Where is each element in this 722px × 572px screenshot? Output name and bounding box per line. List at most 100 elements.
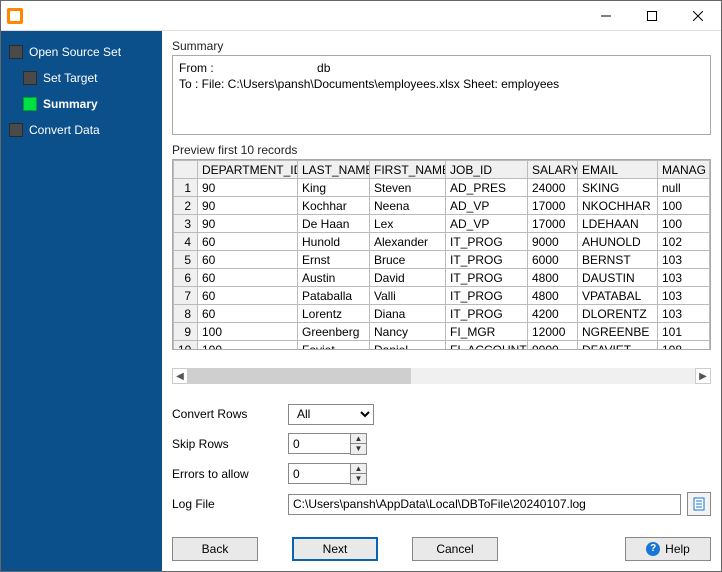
table-cell[interactable]: 100	[658, 197, 710, 215]
spin-down-icon[interactable]: ▼	[351, 474, 366, 484]
skip-rows-input[interactable]	[288, 433, 350, 454]
table-cell[interactable]: 17000	[528, 215, 578, 233]
table-cell[interactable]: Faviet	[298, 341, 370, 350]
table-cell[interactable]: David	[370, 269, 446, 287]
table-cell[interactable]: Lorentz	[298, 305, 370, 323]
table-cell[interactable]: AD_VP	[446, 197, 528, 215]
table-cell[interactable]: 60	[198, 251, 298, 269]
scroll-right-icon[interactable]: ▶	[695, 368, 711, 384]
table-row[interactable]: 9100GreenbergNancyFI_MGR12000NGREENBE101	[174, 323, 710, 341]
skip-rows-stepper[interactable]: ▲▼	[288, 433, 367, 455]
table-cell[interactable]: 102	[658, 233, 710, 251]
table-cell[interactable]: Daniel	[370, 341, 446, 350]
errors-stepper[interactable]: ▲▼	[288, 463, 367, 485]
table-cell[interactable]: NKOCHHAR	[578, 197, 658, 215]
sidebar-item-open-source[interactable]: Open Source Set	[1, 39, 162, 65]
column-header[interactable]: MANAG	[658, 161, 710, 179]
table-cell[interactable]: 60	[198, 233, 298, 251]
table-cell[interactable]: IT_PROG	[446, 305, 528, 323]
table-cell[interactable]: 100	[658, 215, 710, 233]
table-cell[interactable]: 60	[198, 269, 298, 287]
scroll-track[interactable]	[188, 368, 695, 384]
table-cell[interactable]: LDEHAAN	[578, 215, 658, 233]
table-cell[interactable]: 4800	[528, 287, 578, 305]
table-row[interactable]: 860LorentzDianaIT_PROG4200DLORENTZ103	[174, 305, 710, 323]
table-cell[interactable]: AD_PRES	[446, 179, 528, 197]
table-cell[interactable]: 103	[658, 269, 710, 287]
table-cell[interactable]: 4800	[528, 269, 578, 287]
table-cell[interactable]: IT_PROG	[446, 233, 528, 251]
column-header[interactable]: EMAIL	[578, 161, 658, 179]
table-cell[interactable]: BERNST	[578, 251, 658, 269]
table-cell[interactable]: Bruce	[370, 251, 446, 269]
table-cell[interactable]: AHUNOLD	[578, 233, 658, 251]
table-cell[interactable]: Steven	[370, 179, 446, 197]
browse-logfile-button[interactable]	[687, 492, 711, 516]
table-cell[interactable]: Greenberg	[298, 323, 370, 341]
table-row[interactable]: 10100FavietDanielFI_ACCOUNT9000DFAVIET10…	[174, 341, 710, 350]
table-cell[interactable]: 24000	[528, 179, 578, 197]
column-header[interactable]: JOB_ID	[446, 161, 528, 179]
next-button[interactable]: Next	[292, 537, 378, 561]
preview-table[interactable]: DEPARTMENT_ID LAST_NAME FIRST_NAME JOB_I…	[172, 159, 711, 350]
table-cell[interactable]: 90	[198, 179, 298, 197]
table-cell[interactable]: DLORENTZ	[578, 305, 658, 323]
table-cell[interactable]: 100	[198, 323, 298, 341]
errors-input[interactable]	[288, 463, 350, 484]
convert-rows-select[interactable]: All	[288, 404, 374, 425]
column-header[interactable]: DEPARTMENT_ID	[198, 161, 298, 179]
table-cell[interactable]: 12000	[528, 323, 578, 341]
table-cell[interactable]: Nancy	[370, 323, 446, 341]
table-row[interactable]: 560ErnstBruceIT_PROG6000BERNST103	[174, 251, 710, 269]
table-cell[interactable]: IT_PROG	[446, 251, 528, 269]
column-header[interactable]: FIRST_NAME	[370, 161, 446, 179]
table-cell[interactable]: 100	[198, 341, 298, 350]
spin-down-icon[interactable]: ▼	[351, 444, 366, 454]
table-cell[interactable]: 90	[198, 197, 298, 215]
table-cell[interactable]: Hunold	[298, 233, 370, 251]
table-cell[interactable]: 103	[658, 287, 710, 305]
table-row[interactable]: 190KingStevenAD_PRES24000SKINGnull	[174, 179, 710, 197]
spin-up-icon[interactable]: ▲	[351, 434, 366, 444]
table-cell[interactable]: NGREENBE	[578, 323, 658, 341]
spin-up-icon[interactable]: ▲	[351, 464, 366, 474]
table-cell[interactable]: 60	[198, 305, 298, 323]
table-row[interactable]: 760PataballaValliIT_PROG4800VPATABAL103	[174, 287, 710, 305]
table-cell[interactable]: 101	[658, 323, 710, 341]
table-cell[interactable]: 60	[198, 287, 298, 305]
help-button[interactable]: ? Help	[625, 537, 711, 561]
table-cell[interactable]: IT_PROG	[446, 287, 528, 305]
table-cell[interactable]: 90	[198, 215, 298, 233]
table-cell[interactable]: DFAVIET	[578, 341, 658, 350]
table-cell[interactable]: VPATABAL	[578, 287, 658, 305]
table-cell[interactable]: Kochhar	[298, 197, 370, 215]
table-cell[interactable]: IT_PROG	[446, 269, 528, 287]
scroll-left-icon[interactable]: ◀	[172, 368, 188, 384]
column-header[interactable]: LAST_NAME	[298, 161, 370, 179]
table-cell[interactable]: null	[658, 179, 710, 197]
table-cell[interactable]: 6000	[528, 251, 578, 269]
sidebar-item-summary[interactable]: Summary	[15, 91, 162, 117]
table-cell[interactable]: 103	[658, 305, 710, 323]
table-cell[interactable]: 17000	[528, 197, 578, 215]
horizontal-scrollbar[interactable]: ◀ ▶	[172, 368, 711, 385]
table-cell[interactable]: Diana	[370, 305, 446, 323]
table-cell[interactable]: Pataballa	[298, 287, 370, 305]
table-cell[interactable]: FI_MGR	[446, 323, 528, 341]
maximize-button[interactable]	[629, 1, 675, 31]
close-button[interactable]	[675, 1, 721, 31]
sidebar-item-set-target[interactable]: Set Target	[15, 65, 162, 91]
table-row[interactable]: 390De HaanLexAD_VP17000LDEHAAN100	[174, 215, 710, 233]
table-cell[interactable]: AD_VP	[446, 215, 528, 233]
minimize-button[interactable]	[583, 1, 629, 31]
scroll-thumb[interactable]	[188, 368, 411, 384]
table-cell[interactable]: DAUSTIN	[578, 269, 658, 287]
table-row[interactable]: 460HunoldAlexanderIT_PROG9000AHUNOLD102	[174, 233, 710, 251]
table-cell[interactable]: 108	[658, 341, 710, 350]
table-cell[interactable]: 4200	[528, 305, 578, 323]
sidebar-item-convert-data[interactable]: Convert Data	[1, 117, 162, 143]
table-row[interactable]: 660AustinDavidIT_PROG4800DAUSTIN103	[174, 269, 710, 287]
table-cell[interactable]: FI_ACCOUNT	[446, 341, 528, 350]
table-cell[interactable]: SKING	[578, 179, 658, 197]
table-cell[interactable]: Ernst	[298, 251, 370, 269]
